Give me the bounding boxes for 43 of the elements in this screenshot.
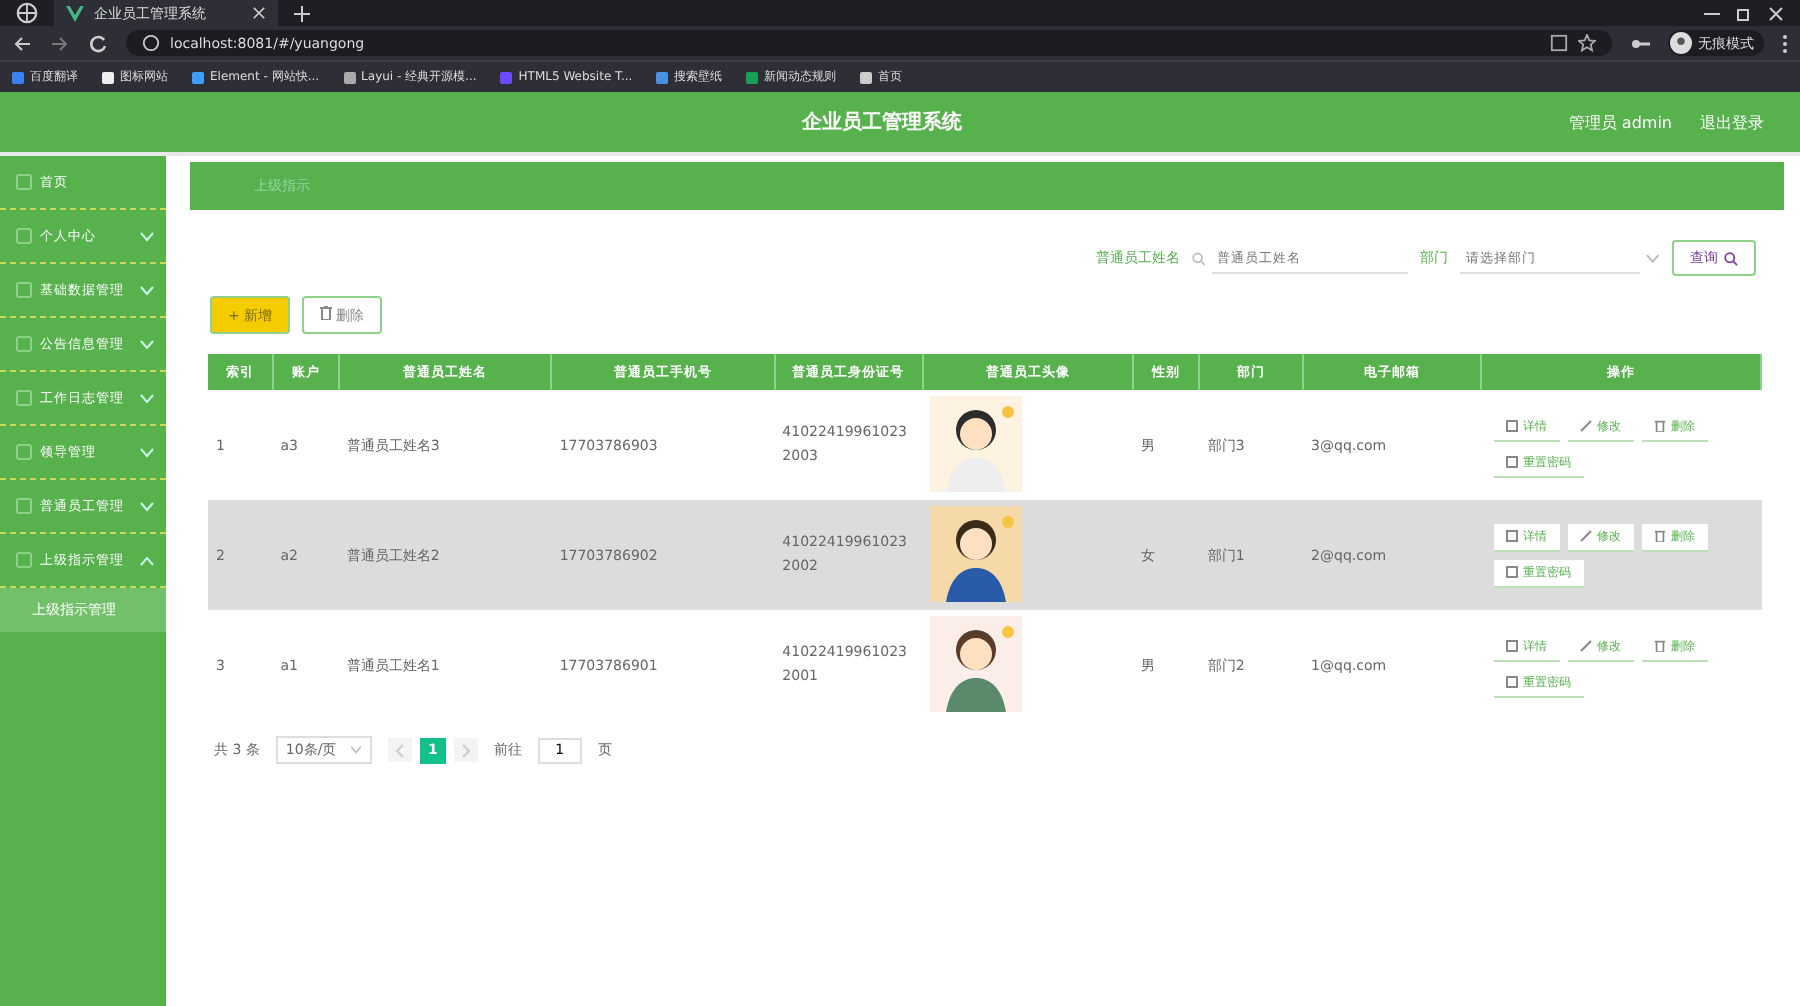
document-icon xyxy=(1505,566,1517,578)
search-icon xyxy=(1724,251,1738,265)
menu-item-icon xyxy=(16,282,32,298)
globe-icon[interactable] xyxy=(16,2,38,24)
menu-item-icon xyxy=(16,390,32,406)
chevron-icon xyxy=(1646,253,1660,263)
plus-icon[interactable] xyxy=(294,5,310,21)
trash-icon xyxy=(1653,530,1665,542)
document-icon xyxy=(1505,640,1517,652)
menu-item-icon xyxy=(16,444,32,460)
avatar-icon xyxy=(1670,32,1692,54)
document-icon xyxy=(1505,676,1517,688)
reload-icon[interactable] xyxy=(88,33,108,53)
key-icon[interactable] xyxy=(1630,35,1650,51)
logout-link[interactable]: 退出登录 xyxy=(1700,111,1764,133)
vue-logo-icon xyxy=(66,5,84,21)
close-icon[interactable] xyxy=(1768,5,1784,21)
trash-icon xyxy=(319,305,332,319)
pen-icon xyxy=(1579,640,1591,652)
chevron-left-icon xyxy=(395,743,404,757)
chevron-right-icon xyxy=(461,743,470,757)
restore-icon[interactable] xyxy=(1736,5,1752,21)
document-icon xyxy=(1505,456,1517,468)
app-title: 企业员工管理系统 xyxy=(802,109,962,136)
back-icon[interactable] xyxy=(12,33,32,53)
star-icon[interactable] xyxy=(1578,34,1596,52)
document-icon xyxy=(1505,530,1517,542)
forward-icon[interactable] xyxy=(50,33,70,53)
pen-icon xyxy=(1579,420,1591,432)
more-icon[interactable] xyxy=(1782,33,1788,53)
document-icon xyxy=(1505,420,1517,432)
pen-icon xyxy=(1579,530,1591,542)
trash-icon xyxy=(1653,640,1665,652)
menu-item-icon xyxy=(16,498,32,514)
menu-item-icon xyxy=(16,552,32,568)
user-label: 管理员 admin xyxy=(1568,111,1672,133)
chevron-icon xyxy=(349,746,362,754)
menu-item-icon xyxy=(16,336,32,352)
search-icon xyxy=(1192,251,1206,265)
close-icon[interactable] xyxy=(252,6,266,20)
menu-item-icon xyxy=(16,174,32,190)
menu-item-icon xyxy=(16,228,32,244)
trash-icon xyxy=(1653,420,1665,432)
